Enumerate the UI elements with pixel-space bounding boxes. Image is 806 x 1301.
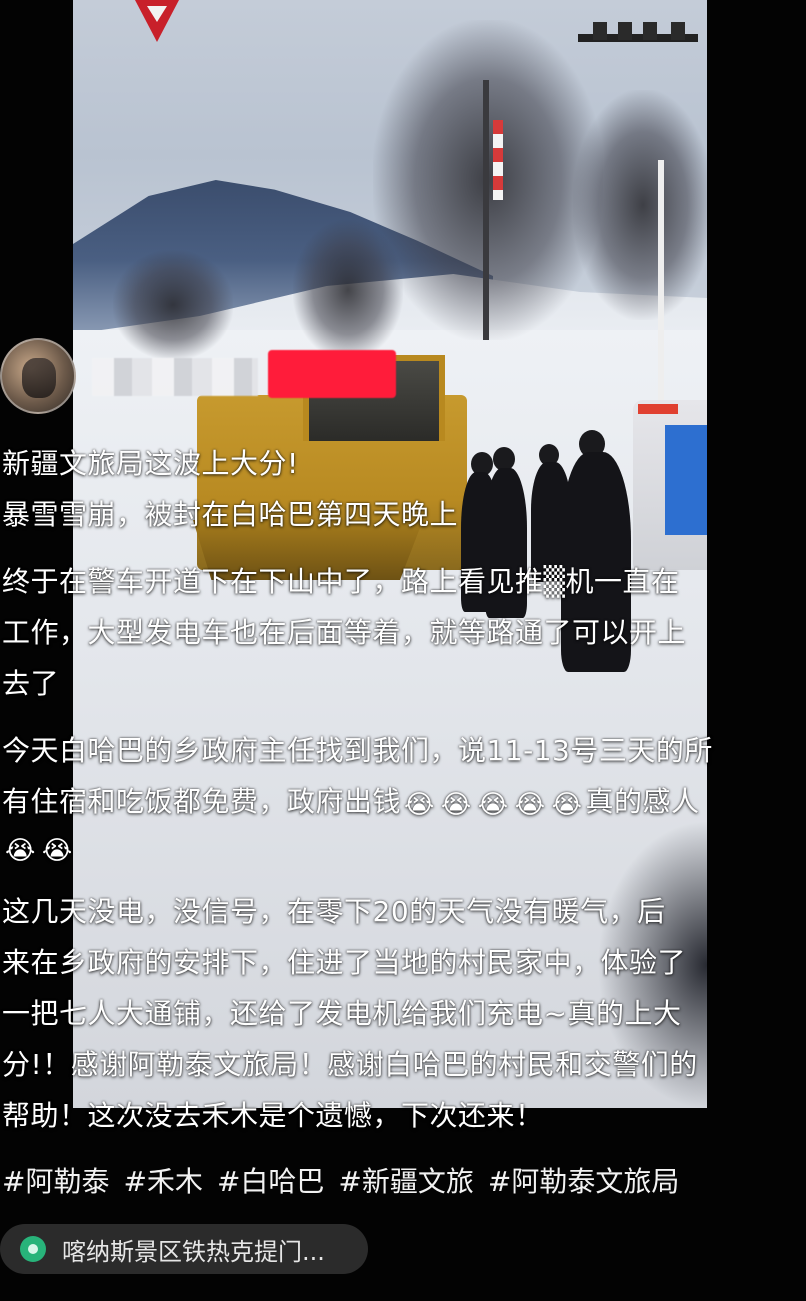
post-line: 终于在警车开道下在下山中了，路上看见推▒机一直在 xyxy=(2,565,680,598)
lamp-pole xyxy=(658,160,664,400)
post-line: 这几天没电，没信号，在零下20的天气没有暖气，后 xyxy=(2,895,666,928)
username-redacted[interactable] xyxy=(92,358,258,396)
avatar-figure xyxy=(22,358,56,398)
police-light xyxy=(638,404,678,414)
post-line-text: 真的感人 xyxy=(585,785,700,818)
post-line: 今天白哈巴的乡政府主任找到我们，说11-13号三天的所 xyxy=(2,734,713,767)
hashtag[interactable]: #新疆文旅 xyxy=(338,1165,473,1198)
post-line-text: 有住宿和吃饭都免费，政府出钱 xyxy=(2,785,402,818)
post-line: 😭 😭 xyxy=(2,822,782,877)
location-text: 喀纳斯景区铁热克提门... xyxy=(62,1237,325,1266)
crying-emoji-icon: 😭 xyxy=(41,836,73,866)
post-line: 新疆文旅局这波上大分! xyxy=(2,447,299,480)
location-pin-icon xyxy=(20,1236,46,1262)
tree xyxy=(113,250,233,360)
hashtag-row: #阿勒泰 #禾木 #白哈巴 #新疆文旅 #阿勒泰文旅局 xyxy=(2,1158,693,1206)
hashtag[interactable]: #白哈巴 xyxy=(217,1165,324,1198)
tree xyxy=(293,220,403,360)
location-tag[interactable]: 喀纳斯景区铁热克提门... xyxy=(0,1224,368,1274)
camera xyxy=(618,22,632,40)
camera xyxy=(671,22,685,40)
post-line: 来在乡政府的安排下，住进了当地的村民家中，体验了 xyxy=(2,946,687,979)
camera xyxy=(643,22,657,40)
marker-pole xyxy=(493,120,503,200)
post-screen: 新疆文旅局这波上大分! 暴雪雪崩，被封在白哈巴第四天晚上 终于在警车开道下在下山… xyxy=(0,0,806,1301)
hashtag[interactable]: #阿勒泰文旅局 xyxy=(488,1165,679,1198)
post-line: 一把七人大通铺，还给了发电机给我们充电~真的上大 xyxy=(2,997,682,1030)
post-line: 暴雪雪崩，被封在白哈巴第四天晚上 xyxy=(2,498,459,531)
post-line: 去了 xyxy=(2,667,60,700)
hashtag[interactable]: #禾木 xyxy=(123,1165,202,1198)
redacted-badge xyxy=(268,350,396,398)
tree-trunk xyxy=(483,80,489,340)
post-line: 工作，大型发电车也在后面等着，就等路通了可以开上 xyxy=(2,616,687,649)
post-line: 分!！感谢阿勒泰文旅局！感谢白哈巴的村民和交警们的 xyxy=(2,1048,698,1081)
avatar[interactable] xyxy=(0,338,76,414)
camera xyxy=(593,22,607,40)
post-line: 帮助！这次没去禾木是个遗憾，下次还来！ xyxy=(2,1099,544,1132)
hashtag[interactable]: #阿勒泰 xyxy=(2,1165,109,1198)
tree xyxy=(573,90,707,320)
crying-emoji-icon: 😭 xyxy=(5,836,36,866)
